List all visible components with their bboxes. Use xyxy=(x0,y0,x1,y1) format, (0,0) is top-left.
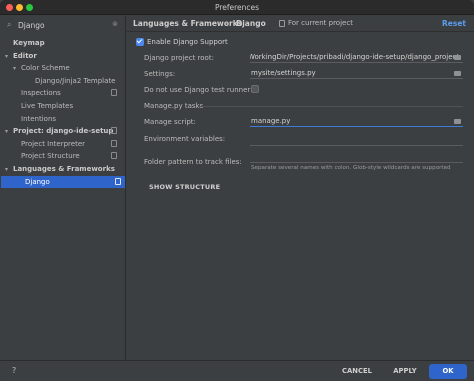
chevron-down-icon[interactable]: ▾ xyxy=(5,164,13,176)
tree-item-label: Django/Jinja2 Template xyxy=(35,76,116,85)
folder-icon xyxy=(454,71,461,76)
folder-pattern-hint: Separate several names with colon. Glob-… xyxy=(251,165,451,171)
env-variables-field[interactable] xyxy=(250,135,463,146)
tree-item-label: Intentions xyxy=(21,114,57,123)
tree-item[interactable]: Keymap xyxy=(5,37,121,49)
tree-item-label: Languages & Frameworks xyxy=(13,165,115,173)
project-level-icon xyxy=(111,127,117,135)
folder-pattern-label: Folder pattern to track files: xyxy=(144,158,242,166)
settings-browse-button[interactable] xyxy=(452,68,463,79)
chevron-down-icon[interactable]: ▾ xyxy=(13,63,21,75)
settings-label: Settings: xyxy=(144,70,176,78)
manage-script-browse-button[interactable] xyxy=(452,116,463,127)
project-level-icon xyxy=(111,89,117,97)
project-root-value: WorkingDir/Projects/pribadi/django-ide-s… xyxy=(250,53,460,61)
tree-item-label: Color Scheme xyxy=(21,64,70,73)
reset-link[interactable]: Reset xyxy=(442,19,466,28)
ok-button[interactable]: OK xyxy=(429,364,467,379)
tree-item[interactable]: Project Structure xyxy=(13,150,121,162)
tree-item-label: Keymap xyxy=(13,39,45,47)
test-runner-checkbox[interactable] xyxy=(251,85,259,93)
settings-content: Languages & Frameworks › Django For curr… xyxy=(127,16,474,360)
folder-icon xyxy=(454,55,461,60)
manage-script-field[interactable]: manage.py xyxy=(250,116,463,127)
clear-search-icon[interactable]: ⊗ xyxy=(112,20,118,28)
breadcrumb-separator: › xyxy=(225,19,228,27)
settings-value: mysite/settings.py xyxy=(251,69,316,77)
tree-item[interactable]: Django/Jinja2 Template xyxy=(27,75,121,87)
tree-item-label: Django xyxy=(25,177,50,186)
tree-item[interactable]: Intentions xyxy=(13,113,121,125)
folder-icon xyxy=(454,119,461,124)
chevron-down-icon[interactable]: ▾ xyxy=(5,51,13,63)
breadcrumb-page: Django xyxy=(236,19,266,28)
breadcrumb: Languages & Frameworks › Django For curr… xyxy=(127,16,474,32)
tree-item[interactable]: Live Templates xyxy=(13,100,121,112)
tree-item-label: Editor xyxy=(13,51,37,60)
apply-button[interactable]: APPLY xyxy=(383,364,427,379)
project-root-browse-button[interactable] xyxy=(452,52,463,63)
tree-item[interactable]: Project Interpreter xyxy=(13,138,121,150)
chevron-down-icon[interactable]: ▾ xyxy=(5,126,13,138)
settings-sidebar: ⌕ Django ⊗ Keymap ▾ Editor ▾ Color Scheme Dja… xyxy=(0,16,126,360)
tree-item[interactable]: ▾ Languages & Frameworks xyxy=(5,163,121,175)
scope-label: For current project xyxy=(288,19,353,27)
project-level-icon xyxy=(111,139,117,147)
tree-item[interactable]: ▾ Project: django-ide-setup xyxy=(5,125,121,137)
project-root-label: Django project root: xyxy=(144,54,214,62)
show-structure-button[interactable]: SHOW STRUCTURE xyxy=(149,183,220,191)
test-runner-label: Do not use Django test runner: xyxy=(144,86,253,94)
search-input[interactable]: Django xyxy=(18,21,45,30)
cancel-button[interactable]: CANCEL xyxy=(333,364,381,379)
tree-item-label: Inspections xyxy=(21,89,61,98)
tree-item[interactable]: ▾ Editor xyxy=(5,50,121,62)
window-title: Preferences xyxy=(214,3,260,12)
preferences-window: Preferences ⌕ Django ⊗ Keymap ▾ Editor ▾ Col… xyxy=(0,0,474,381)
project-level-icon xyxy=(111,152,117,160)
env-variables-label: Environment variables: xyxy=(144,135,226,143)
tree-item-label: Project Interpreter xyxy=(21,139,86,148)
tree-item-label: Project: django-ide-setup xyxy=(13,127,114,136)
enable-django-label: Enable Django Support xyxy=(147,38,228,46)
project-root-field[interactable]: WorkingDir/Projects/pribadi/django-ide-s… xyxy=(250,52,463,63)
enable-django-checkbox[interactable] xyxy=(136,38,144,46)
dialog-footer: ? CANCEL APPLY OK xyxy=(0,360,474,381)
folder-pattern-field[interactable] xyxy=(250,152,463,163)
manage-script-label: Manage script: xyxy=(144,118,196,126)
tree-item-label: Project Structure xyxy=(21,152,80,161)
help-button[interactable]: ? xyxy=(12,366,16,375)
tree-item-label: Live Templates xyxy=(21,102,74,110)
tree-item[interactable]: Inspections xyxy=(13,87,121,99)
managepy-section-title: Manage.py tasks xyxy=(144,102,204,110)
settings-field[interactable]: mysite/settings.py xyxy=(250,68,463,79)
section-divider xyxy=(199,106,463,107)
title-bar: Preferences xyxy=(0,0,474,15)
project-scope-icon xyxy=(279,20,285,27)
settings-search[interactable]: ⌕ Django ⊗ xyxy=(4,19,122,32)
project-level-icon xyxy=(115,177,121,185)
tree-item[interactable]: ▾ Color Scheme xyxy=(13,62,121,74)
search-icon: ⌕ xyxy=(7,20,12,29)
manage-script-value: manage.py xyxy=(251,117,291,125)
tree-item-selected[interactable]: Django xyxy=(1,175,125,188)
